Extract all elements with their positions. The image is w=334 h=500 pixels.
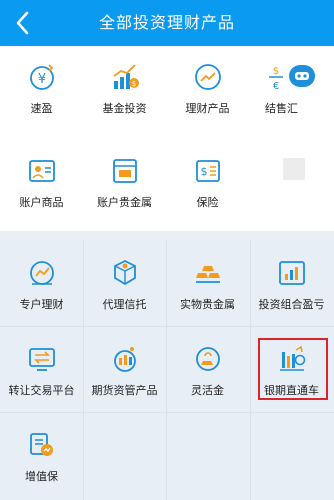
svg-text:$: $ [131,80,135,88]
selection-highlight [258,338,328,400]
grid-divider [0,412,334,413]
placeholder-tile [283,158,305,180]
product-item-account-metal[interactable]: 账户贵金属 [83,156,166,210]
header-bar: 全部投资理财产品 [0,0,334,46]
product-item-futures[interactable]: 期货资管产品 [83,344,166,398]
product-label: 专户理财 [19,298,64,311]
product-item-fund[interactable]: $ 基金投资 [83,62,166,116]
value-added-icon [29,433,53,456]
product-item-flexible-gold[interactable]: 灵活金 [166,344,249,398]
product-label: 投资组合盈亏 [258,298,325,311]
product-label: 基金投资 [102,102,147,115]
portfolio-chart-icon [278,261,305,285]
product-item-physical-metal[interactable]: 实物贵金属 [166,258,249,312]
svg-text:€: € [272,81,278,92]
product-item-value-added[interactable]: 增值保 [0,430,83,484]
product-item-trust[interactable]: 代理信托 [83,258,166,312]
trend-circle-icon [194,64,221,90]
insurance-icon: $ [195,160,220,182]
svg-text:$: $ [272,66,278,77]
product-item-account-goods[interactable]: 账户商品 [0,156,83,210]
product-label: 保险 [196,196,219,209]
flexible-gold-icon [195,347,220,371]
product-label: 代理信托 [102,298,147,311]
gold-bars-icon [195,266,220,283]
product-item-insurance[interactable]: $ 保险 [166,156,249,210]
fund-chart-icon: $ [112,64,139,89]
account-goods-icon [28,160,55,182]
svg-text:$: $ [200,165,207,178]
grid-divider [0,326,334,327]
product-label: 账户商品 [19,196,64,209]
product-item-portfolio[interactable]: 投资组合盈亏 [250,258,333,312]
yen-coin-icon: ¥ [29,64,54,90]
product-item-transfer[interactable]: 转让交易平台 [0,344,83,398]
product-label: 速盈 [30,102,53,115]
product-item-dedicated[interactable]: 专户理财 [0,258,83,312]
precious-metal-account-icon [112,159,137,183]
product-label: 结售汇 [265,102,298,115]
trust-box-icon [113,259,136,286]
product-label: 灵活金 [191,384,224,397]
page-title: 全部投资理财产品 [98,13,235,32]
currency-exchange-icon: $ € [268,65,315,92]
futures-asset-icon [113,347,136,372]
svg-text:¥: ¥ [37,72,45,87]
product-label: 账户贵金属 [97,196,152,209]
product-label: 实物贵金属 [180,298,235,311]
product-label: 期货资管产品 [91,384,158,397]
product-label: 增值保 [25,470,58,483]
transfer-platform-icon [28,348,55,371]
product-item-suying[interactable]: ¥ 速盈 [0,62,83,116]
product-item-fx[interactable]: $ € 结售汇 [250,62,333,116]
dedicated-wealth-icon [29,261,54,285]
product-label: 转让交易平台 [8,384,75,397]
